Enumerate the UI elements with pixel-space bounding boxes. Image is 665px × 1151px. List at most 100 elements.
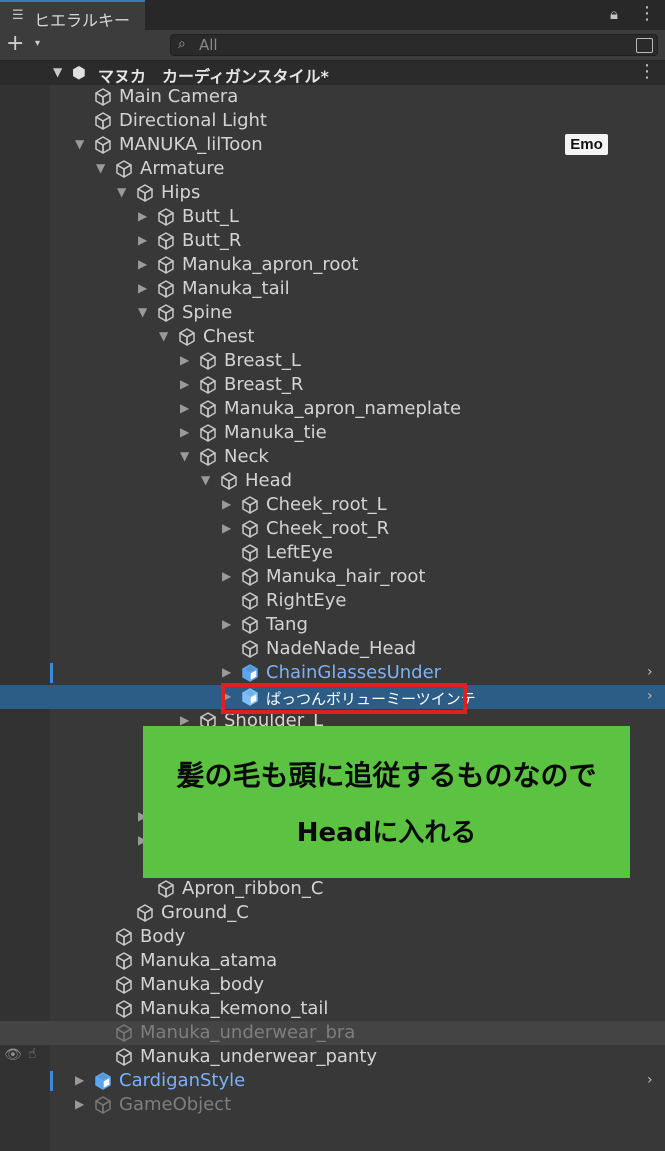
- hierarchy-row[interactable]: ▼ Spine: [0, 301, 665, 325]
- row-label: Manuka_underwear_panty: [140, 1046, 378, 1067]
- expand-arrow-closed-icon[interactable]: ▶: [180, 377, 189, 391]
- search-input[interactable]: [199, 35, 599, 55]
- row-label: Spine: [182, 302, 233, 323]
- scene-header[interactable]: ▼ ⬢ マヌカ カーディガンスタイル* ⋮: [0, 61, 665, 86]
- lock-icon[interactable]: 🔒︎: [610, 5, 618, 23]
- annotation-callout: 髪の毛も頭に追従するものなので Headに入れる: [143, 726, 630, 878]
- row-label: Armature: [140, 158, 225, 179]
- expand-arrow-closed-icon[interactable]: ▶: [222, 569, 231, 583]
- hierarchy-row[interactable]: Body: [0, 925, 665, 949]
- hierarchy-row[interactable]: ▶ Breast_L: [0, 349, 665, 373]
- gameobject-cube-icon: [114, 1047, 134, 1067]
- hierarchy-row[interactable]: Manuka_underwear_panty: [0, 1045, 665, 1069]
- hierarchy-row[interactable]: RightEye: [0, 589, 665, 613]
- kebab-menu-icon[interactable]: ⋮: [638, 3, 656, 24]
- gameobject-cube-icon: [156, 255, 176, 275]
- expand-arrow-open-icon[interactable]: ▼: [180, 449, 189, 463]
- open-prefab-chevron-icon[interactable]: ›: [647, 688, 653, 704]
- hierarchy-row[interactable]: Manuka_body: [0, 973, 665, 997]
- expand-arrow-open-icon[interactable]: ▼: [75, 137, 84, 151]
- hierarchy-row[interactable]: ▶ Tang: [0, 613, 665, 637]
- gameobject-cube-icon: [114, 999, 134, 1019]
- gameobject-cube-icon: [240, 495, 260, 515]
- expand-arrow-open-icon[interactable]: ▼: [117, 185, 126, 199]
- eye-icon[interactable]: 👁︎: [4, 1047, 22, 1063]
- row-label: Apron_ribbon_C: [182, 878, 324, 899]
- expand-arrow-open-icon[interactable]: ▼: [201, 473, 210, 487]
- chevron-down-icon[interactable]: ▾: [35, 38, 40, 49]
- gameobject-cube-icon: [135, 183, 155, 203]
- gameobject-cube-icon: [240, 543, 260, 563]
- hierarchy-row[interactable]: ▶ Butt_L: [0, 205, 665, 229]
- hierarchy-row[interactable]: ▶ Manuka_apron_nameplate: [0, 397, 665, 421]
- gameobject-cube-icon: [240, 615, 260, 635]
- expand-arrow-closed-icon[interactable]: ▶: [138, 233, 147, 247]
- gameobject-cube-icon: [114, 1023, 134, 1043]
- row-label: Breast_L: [224, 350, 301, 371]
- scene-name: マヌカ カーディガンスタイル*: [98, 67, 329, 86]
- gameobject-cube-icon: [93, 111, 113, 131]
- hierarchy-row[interactable]: ▼ Armature: [0, 157, 665, 181]
- hierarchy-row[interactable]: Ground_C: [0, 901, 665, 925]
- expand-arrow-closed-icon[interactable]: ▶: [138, 257, 147, 271]
- hierarchy-row[interactable]: ▶ Butt_R: [0, 229, 665, 253]
- hierarchy-row[interactable]: ▶ Cheek_root_R: [0, 517, 665, 541]
- search-field[interactable]: ⌕: [170, 34, 658, 56]
- expand-arrow-closed-icon[interactable]: ▶: [180, 401, 189, 415]
- expand-arrow-closed-icon[interactable]: ▶: [222, 665, 231, 679]
- open-prefab-chevron-icon[interactable]: ›: [647, 664, 653, 680]
- expand-arrow-closed-icon[interactable]: ▶: [222, 617, 231, 631]
- hierarchy-row[interactable]: ▶ CardiganStyle ›: [0, 1069, 665, 1093]
- expand-arrow-closed-icon[interactable]: ▶: [222, 497, 231, 511]
- hierarchy-row[interactable]: ▼ Chest: [0, 325, 665, 349]
- expand-arrow-closed-icon[interactable]: ▶: [138, 281, 147, 295]
- hierarchy-row[interactable]: ▶ GameObject: [0, 1093, 665, 1117]
- hierarchy-row[interactable]: ▶ Manuka_hair_root: [0, 565, 665, 589]
- expand-arrow-closed-icon[interactable]: ▶: [138, 209, 147, 223]
- expand-arrow-closed-icon[interactable]: ▶: [180, 353, 189, 367]
- pointer-hand-icon[interactable]: ☝︎: [28, 1046, 37, 1062]
- annotation-line-2: Headに入れる: [296, 818, 477, 848]
- expand-arrow-closed-icon[interactable]: ▶: [75, 1073, 84, 1087]
- expand-arrow-open-icon[interactable]: ▼: [96, 161, 105, 175]
- expand-arrow-closed-icon[interactable]: ▶: [180, 425, 189, 439]
- row-label: CardiganStyle: [119, 1070, 246, 1091]
- hierarchy-row[interactable]: ▶ ChainGlassesUnder ›: [0, 661, 665, 685]
- hierarchy-row[interactable]: ▼ Hips: [0, 181, 665, 205]
- expand-arrow-closed-icon[interactable]: ▶: [222, 521, 231, 535]
- hierarchy-row[interactable]: Directional Light: [0, 109, 665, 133]
- hierarchy-row[interactable]: Manuka_atama: [0, 949, 665, 973]
- row-label: Breast_R: [224, 374, 304, 395]
- hierarchy-row[interactable]: Main Camera: [0, 85, 665, 109]
- row-label: Chest: [203, 326, 255, 347]
- hierarchy-row[interactable]: ▶ Breast_R: [0, 373, 665, 397]
- expand-arrow-closed-icon[interactable]: ▶: [180, 713, 189, 727]
- hierarchy-row[interactable]: ▶ Cheek_root_L: [0, 493, 665, 517]
- row-label: Manuka_hair_root: [266, 566, 426, 587]
- search-options-icon[interactable]: [636, 38, 653, 53]
- expand-arrow-open-icon[interactable]: ▼: [138, 305, 147, 319]
- hierarchy-row[interactable]: ▶ Manuka_tie: [0, 421, 665, 445]
- hierarchy-row[interactable]: ▶ Manuka_apron_root: [0, 253, 665, 277]
- hierarchy-row[interactable]: LeftEye: [0, 541, 665, 565]
- chevron-down-icon[interactable]: ▼: [53, 65, 62, 79]
- hierarchy-row[interactable]: Manuka_underwear_bra: [0, 1021, 665, 1045]
- search-icon[interactable]: ⌕: [178, 36, 186, 52]
- hierarchy-row[interactable]: ▶ Manuka_tail: [0, 277, 665, 301]
- hierarchy-row[interactable]: Manuka_kemono_tail: [0, 997, 665, 1021]
- hierarchy-row[interactable]: ▼ Head: [0, 469, 665, 493]
- gameobject-cube-icon: [219, 471, 239, 491]
- add-button[interactable]: +: [6, 31, 24, 56]
- open-prefab-chevron-icon[interactable]: ›: [647, 1072, 653, 1088]
- expand-arrow-open-icon[interactable]: ▼: [159, 329, 168, 343]
- hierarchy-row[interactable]: Apron_ribbon_C: [0, 877, 665, 901]
- expand-arrow-closed-icon[interactable]: ▶: [75, 1097, 84, 1111]
- tab-hierarchy[interactable]: ☰ ヒエラルキー: [0, 0, 145, 30]
- row-label: Manuka_underwear_bra: [140, 1022, 356, 1043]
- hierarchy-row[interactable]: ▼ Neck: [0, 445, 665, 469]
- row-label: Manuka_atama: [140, 950, 278, 971]
- kebab-menu-icon[interactable]: ⋮: [638, 61, 656, 82]
- hierarchy-row[interactable]: NadeNade_Head: [0, 637, 665, 661]
- row-label: GameObject: [119, 1094, 232, 1115]
- highlight-box: [221, 683, 467, 714]
